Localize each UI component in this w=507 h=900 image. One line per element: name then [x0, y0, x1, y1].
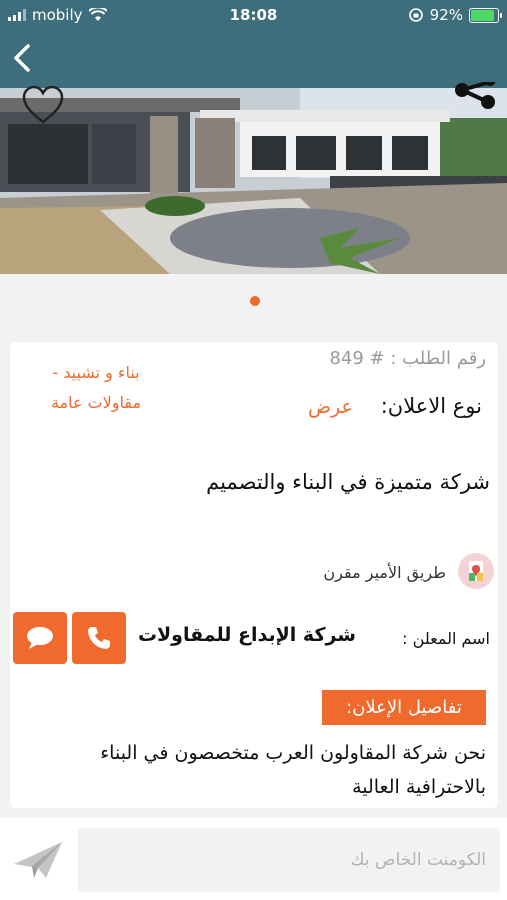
house-photo [0, 88, 507, 274]
details-text: نحن شركة المقاولون العرب متخصصون في البن… [100, 742, 486, 798]
status-right: 92% [408, 6, 502, 24]
call-button[interactable] [72, 612, 126, 664]
app-bar: mobily 18:08 92% [0, 0, 507, 88]
advertiser-label: اسم المعلن : [402, 629, 490, 648]
chat-button[interactable] [13, 612, 67, 664]
location-text: طريق الأمير مقرن [323, 563, 446, 582]
chevron-left-icon[interactable] [8, 40, 38, 76]
listing-headline: شركة متميزة في البناء والتصميم [206, 470, 490, 494]
orientation-lock-icon [408, 8, 423, 22]
heart-icon[interactable] [22, 86, 64, 126]
chat-bubble-icon [27, 627, 53, 649]
comment-input[interactable] [78, 828, 500, 892]
details-heading: تفاصيل الإعلان: [322, 690, 486, 725]
share-icon[interactable] [454, 82, 498, 122]
gallery-indicator-dot[interactable] [250, 296, 260, 306]
advertiser-name: شركة الإبداع للمقاولات [137, 624, 356, 646]
category-label: بناء و تشييد - مقاولات عامة [50, 363, 142, 412]
order-number: رقم الطلب : # 849 [329, 348, 486, 369]
paper-plane-icon[interactable] [10, 838, 66, 882]
status-bar: mobily 18:08 92% [0, 4, 507, 28]
comment-bar [0, 818, 507, 900]
map-pin-icon [458, 553, 494, 589]
listing-photo[interactable] [0, 88, 507, 274]
ad-type-label: نوع الاعلان: [380, 394, 482, 418]
battery-icon [469, 7, 502, 23]
battery-fill [471, 9, 494, 21]
battery-percent: 92% [429, 6, 463, 24]
ad-type-value: عرض [308, 396, 353, 418]
listing-card: رقم الطلب : # 849 بناء و تشييد - مقاولات… [10, 342, 498, 808]
phone-icon [88, 627, 110, 649]
